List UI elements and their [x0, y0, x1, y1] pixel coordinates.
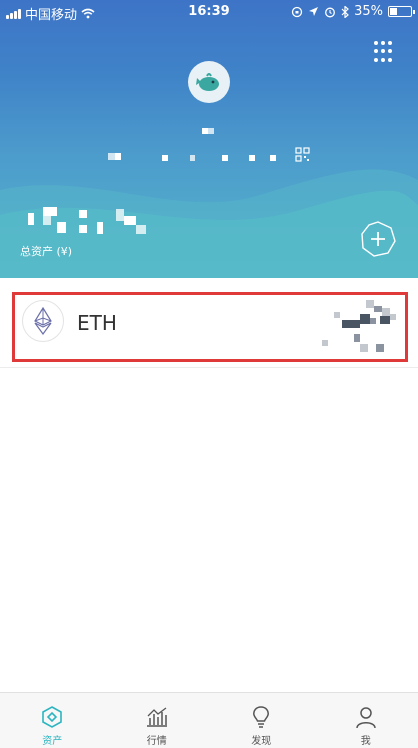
total-assets-label: 总资产 (¥)	[20, 245, 73, 258]
tab-market[interactable]: 行情	[105, 693, 210, 748]
tab-label-discover: 发现	[251, 736, 272, 747]
market-chart-icon	[146, 707, 167, 727]
bottom-tab-bar: 资产 行情 发现 我	[0, 692, 418, 748]
tab-label-market: 行情	[146, 736, 167, 747]
tab-assets[interactable]: 资产	[0, 693, 105, 748]
bluetooth-icon	[341, 5, 349, 18]
status-bar: 中国移动 16:39 35%	[0, 0, 418, 24]
eth-logo-icon	[22, 300, 64, 342]
tab-label-assets: 资产	[42, 736, 63, 747]
lightbulb-icon	[253, 706, 270, 728]
asset-symbol: ETH	[77, 311, 117, 335]
battery-percent: 35%	[354, 4, 383, 19]
tab-discover[interactable]: 发现	[209, 693, 314, 748]
whale-icon	[196, 73, 219, 91]
tab-me[interactable]: 我	[314, 693, 418, 748]
tab-label-me: 我	[360, 736, 371, 747]
asset-row-eth[interactable]: ETH	[0, 278, 418, 368]
battery-icon	[388, 6, 415, 17]
user-profile-icon	[356, 707, 376, 729]
apps-grid-icon[interactable]	[374, 41, 396, 63]
asset-balance-masked	[318, 298, 398, 358]
qr-code-icon[interactable]	[295, 147, 310, 162]
add-asset-button[interactable]	[360, 221, 396, 257]
wallet-screen: 中国移动 16:39 35% 总资产 (¥) ETH 资产 行情 发现 我	[0, 0, 418, 748]
rotation-lock-icon	[291, 6, 303, 17]
asset-list: ETH	[0, 278, 418, 368]
location-icon	[309, 7, 319, 16]
assets-icon	[42, 706, 63, 728]
wallet-avatar[interactable]	[188, 61, 230, 103]
alarm-icon	[325, 7, 336, 17]
wallet-header: 中国移动 16:39 35% 总资产 (¥)	[0, 0, 418, 278]
